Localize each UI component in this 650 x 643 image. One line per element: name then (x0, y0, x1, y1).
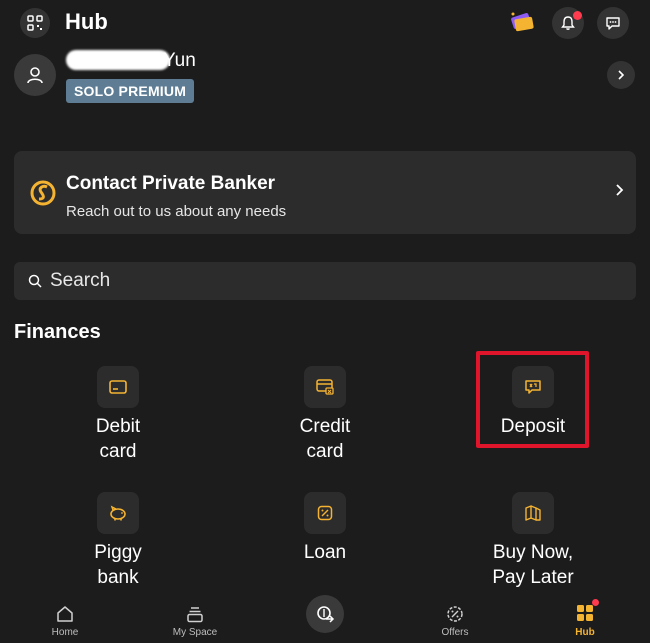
nav-item-hub[interactable]: Hub (545, 599, 625, 638)
finances-title: Finances (14, 321, 101, 343)
search-icon (28, 274, 42, 288)
ticket-icon (511, 12, 534, 32)
banker-subtitle: Reach out to us about any needs (66, 203, 287, 220)
transfer-button[interactable] (306, 595, 344, 633)
private-banker-card[interactable]: Contact Private Banker Reach out to us a… (14, 151, 636, 234)
profile-name: Yun (163, 50, 196, 71)
tile-icon-container (97, 366, 139, 408)
home-icon (57, 606, 73, 622)
hub-icon (577, 605, 593, 621)
page-title: Hub (65, 9, 108, 34)
offers-icon (447, 606, 463, 622)
tile-label: Piggy bank (94, 542, 142, 588)
tile-label: Credit card (299, 416, 351, 462)
tile-icon-container (512, 492, 554, 534)
rewards-ticket-button[interactable] (508, 9, 536, 35)
credit-card-icon (316, 379, 334, 395)
my-space-icon (187, 607, 203, 623)
tile-icon-container (97, 492, 139, 534)
hub-notification-dot (592, 599, 599, 606)
finance-item-credit-card[interactable]: Credit card (235, 366, 415, 464)
finance-item-debit-card[interactable]: Debit card (28, 366, 208, 464)
finance-item-buy-now-pay-later[interactable]: Buy Now, Pay Later (443, 492, 623, 590)
tile-label: Debit card (95, 416, 141, 462)
highlight-annotation (476, 351, 589, 448)
chevron-right-icon (618, 70, 625, 80)
avatar[interactable] (14, 54, 56, 96)
qr-icon (27, 15, 43, 31)
messages-button[interactable] (597, 7, 629, 39)
notifications-button[interactable] (552, 7, 584, 39)
loan-icon (317, 505, 333, 521)
nav-label: Home (51, 627, 79, 638)
nav-item-offers[interactable]: Offers (415, 601, 495, 638)
tile-label: Buy Now, Pay Later (492, 542, 574, 588)
redacted-name (66, 50, 170, 70)
profile-details-button[interactable] (607, 61, 635, 89)
nav-item-home[interactable]: Home (25, 601, 105, 638)
membership-badge: SOLO PREMIUM (66, 79, 195, 103)
tile-label: Loan (303, 542, 347, 563)
tile-icon-container (304, 366, 346, 408)
banker-logo-icon (30, 180, 56, 206)
debit-card-icon (109, 380, 127, 394)
nav-label: Hub (575, 627, 595, 638)
finance-item-loan[interactable]: Loan (235, 492, 415, 565)
nav-label: Offers (441, 627, 469, 638)
nav-label: My Space (172, 627, 218, 638)
chat-icon (606, 17, 620, 30)
qr-scan-button[interactable] (20, 8, 50, 38)
transfer-icon (317, 606, 335, 623)
user-icon (27, 67, 43, 84)
bottom-nav: Home My Space Offers Hub (0, 595, 650, 643)
nav-item-my-space[interactable]: My Space (155, 601, 235, 638)
notification-dot (573, 11, 582, 20)
piggy-bank-icon (110, 505, 126, 521)
tile-icon-container (304, 492, 346, 534)
finance-item-piggy-bank[interactable]: Piggy bank (28, 492, 208, 590)
search-placeholder: Search (50, 270, 111, 291)
search-input[interactable]: Search (14, 262, 636, 300)
bnpl-icon (525, 505, 541, 521)
banker-title: Contact Private Banker (66, 173, 276, 194)
chevron-right-icon (616, 184, 624, 196)
